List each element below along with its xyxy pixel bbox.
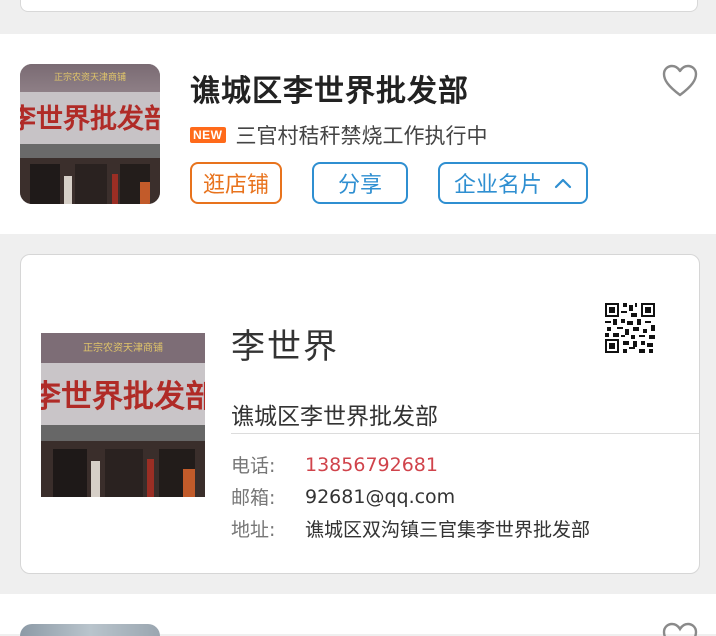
heart-icon[interactable] — [662, 64, 698, 98]
next-item-thumbnail — [20, 624, 160, 636]
visit-shop-button[interactable]: 逛店铺 — [190, 162, 282, 204]
shop-sign-text: 李世界批发部 — [20, 103, 160, 135]
address-value: 谯城区双沟镇三官集李世界批发部 — [305, 519, 591, 541]
email-value[interactable]: 92681@qq.com — [305, 486, 455, 508]
address-row: 地址: 谯城区双沟镇三官集李世界批发部 — [231, 515, 590, 542]
shop-list-item[interactable]: 正宗农资天津商铺 李世界批发部 谯城区李世界批发部 NEW 三官村秸秆禁烧工作执… — [0, 34, 716, 234]
business-card-company: 谯城区李世界批发部 — [231, 404, 438, 430]
chevron-up-icon — [554, 178, 572, 189]
business-card-panel: 正宗农资天津商铺 李世界批发部 李世界 谯城区李世界批发部 电话: 138567… — [20, 254, 700, 574]
shop-thumbnail[interactable]: 正宗农资天津商铺 李世界批发部 — [20, 64, 160, 204]
email-row: 邮箱: 92681@qq.com — [231, 483, 455, 510]
share-label: 分享 — [337, 173, 382, 198]
new-badge: NEW — [190, 127, 226, 143]
next-list-item[interactable] — [0, 594, 716, 636]
address-label: 地址: — [231, 519, 276, 541]
heart-icon[interactable] — [662, 622, 698, 636]
phone-link[interactable]: 13856792681 — [305, 454, 438, 476]
business-card-sign-text: 李世界批发部 — [41, 379, 205, 415]
business-card-toggle-button[interactable]: 企业名片 — [438, 162, 588, 204]
notice-text[interactable]: 三官村秸秆禁烧工作执行中 — [236, 120, 488, 150]
business-card-label: 企业名片 — [453, 173, 542, 198]
business-card-name: 李世界 — [231, 327, 339, 367]
share-button[interactable]: 分享 — [312, 162, 408, 204]
email-label: 邮箱: — [231, 487, 276, 509]
previous-list-item — [20, 0, 698, 12]
notice-row: NEW 三官村秸秆禁烧工作执行中 — [190, 122, 488, 148]
business-card-photo: 正宗农资天津商铺 李世界批发部 — [41, 333, 205, 497]
visit-shop-label: 逛店铺 — [202, 173, 269, 198]
svg-text:正宗农资天津商铺: 正宗农资天津商铺 — [83, 341, 163, 354]
divider — [231, 433, 699, 434]
shop-title[interactable]: 谯城区李世界批发部 — [190, 66, 469, 110]
phone-row: 电话: 13856792681 — [231, 451, 438, 478]
qr-code-icon[interactable] — [605, 303, 655, 353]
svg-text:正宗农资天津商铺: 正宗农资天津商铺 — [54, 71, 126, 83]
phone-label: 电话: — [231, 455, 276, 477]
